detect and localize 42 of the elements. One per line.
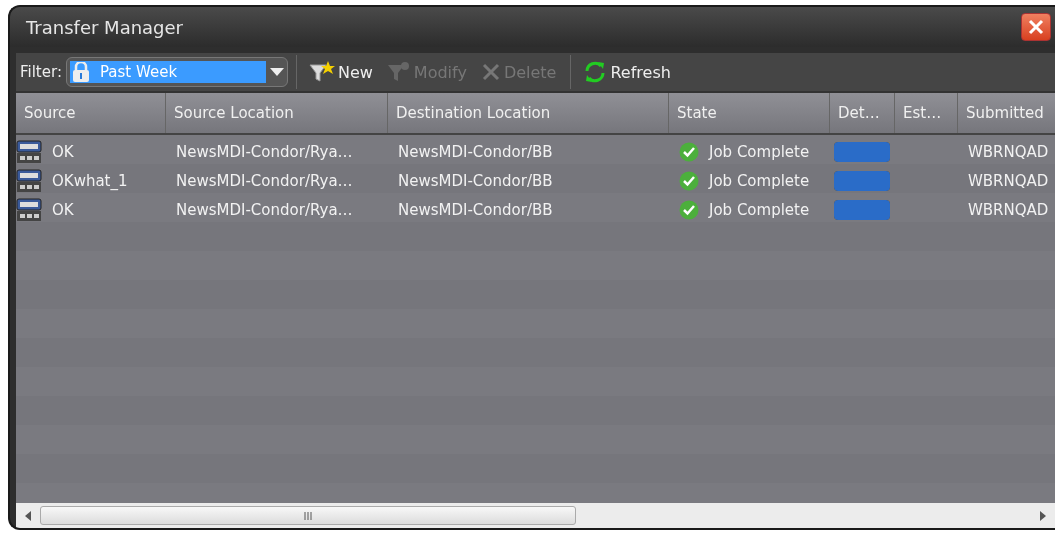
x-icon: [480, 62, 501, 82]
horizontal-scrollbar[interactable]: [16, 503, 1055, 528]
table-cell: NewsMDI-Condor/BB: [398, 142, 553, 161]
column-header[interactable]: Source Location: [166, 93, 388, 133]
funnel-star-icon: [308, 61, 335, 83]
table-cell: OK: [52, 142, 74, 161]
column-header[interactable]: Est…: [895, 93, 958, 133]
scroll-thumb[interactable]: [40, 506, 576, 525]
left-arrow-icon: [25, 510, 31, 521]
close-button[interactable]: [1021, 13, 1051, 41]
column-header[interactable]: Destination Location: [388, 93, 669, 133]
refresh-button[interactable]: Refresh: [579, 61, 677, 83]
filter-dropdown[interactable]: Past Week: [65, 57, 288, 87]
check-circle-icon: [679, 170, 699, 191]
window-title: Transfer Manager: [26, 16, 183, 38]
table-cell: NewsMDI-Condor/BB: [398, 171, 553, 190]
funnel-gear-icon: [386, 61, 411, 83]
filter-label: Filter:: [20, 63, 62, 81]
column-header[interactable]: State: [669, 93, 830, 133]
table-cell: WBRNQAD: [968, 200, 1049, 219]
table-cell: NewsMDI-Condor/Rya…: [176, 142, 353, 161]
table-cell: OK: [52, 200, 74, 219]
column-header[interactable]: Det…: [830, 93, 895, 133]
new-button[interactable]: New: [304, 61, 379, 83]
table-cell: NewsMDI-Condor/Rya…: [176, 200, 353, 219]
column-header[interactable]: Source: [16, 93, 166, 133]
table-cell: OKwhat_1: [52, 171, 128, 190]
close-icon: [1028, 19, 1044, 35]
table-cell: NewsMDI-Condor/Rya…: [176, 171, 353, 190]
lock-icon: [71, 62, 90, 82]
table-cell: WBRNQAD: [968, 171, 1049, 190]
right-arrow-icon: [1040, 510, 1046, 521]
table-cell: Job Complete: [709, 200, 810, 219]
table-cell: Job Complete: [709, 171, 810, 190]
table-cell: Job Complete: [709, 142, 810, 161]
check-circle-icon: [679, 199, 699, 220]
table-cell: NewsMDI-Condor/BB: [398, 200, 553, 219]
check-circle-icon: [679, 141, 699, 162]
column-header[interactable]: Submitted: [958, 93, 1055, 133]
caret-icon: [269, 68, 284, 76]
grip-icon: [304, 511, 312, 520]
table-cell: WBRNQAD: [968, 142, 1049, 161]
